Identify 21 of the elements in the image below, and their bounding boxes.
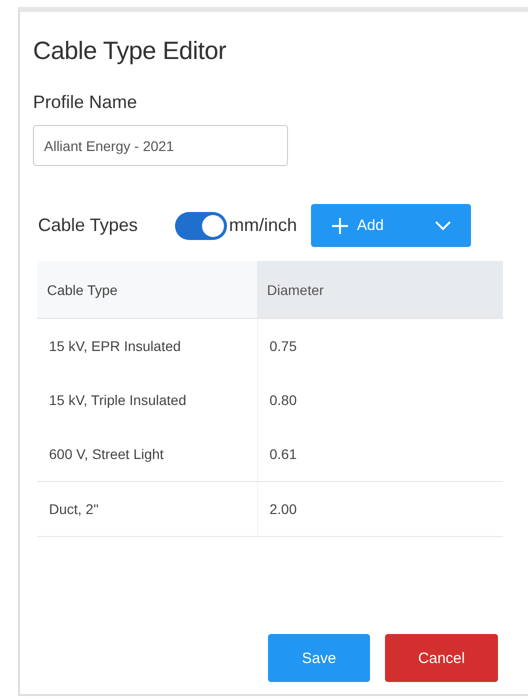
table-cell: 600 V, Street Light <box>37 427 257 482</box>
chevron-down-icon <box>435 220 452 230</box>
field-label: Profile Name <box>33 92 138 113</box>
table-cell: 15 kV, EPR Insulated <box>37 318 257 373</box>
table-cell: 0.75 <box>257 318 503 373</box>
unit-toggle[interactable] <box>175 212 227 240</box>
table-cell: 15 kV, Triple Insulated <box>37 373 257 427</box>
profile-name-field[interactable]: Alliant Energy - 2021 <box>33 125 288 166</box>
plus-icon <box>331 216 350 234</box>
table-cell: 0.61 <box>257 427 503 482</box>
column-header: Cable Type <box>37 261 257 318</box>
column-header: Diameter <box>257 261 503 318</box>
table-cell: 0.80 <box>257 373 503 427</box>
save-button[interactable]: Save <box>268 634 370 682</box>
toggle-label: mm/inch <box>229 215 298 236</box>
table-cell: 2.00 <box>257 482 503 536</box>
add-button[interactable]: Add <box>311 204 472 247</box>
dialog-title: Cable Type Editor <box>33 37 228 66</box>
cancel-button[interactable]: Cancel <box>385 634 498 682</box>
section-label: Cable Types <box>38 215 139 236</box>
table-cell: Duct, 2'' <box>37 482 257 536</box>
